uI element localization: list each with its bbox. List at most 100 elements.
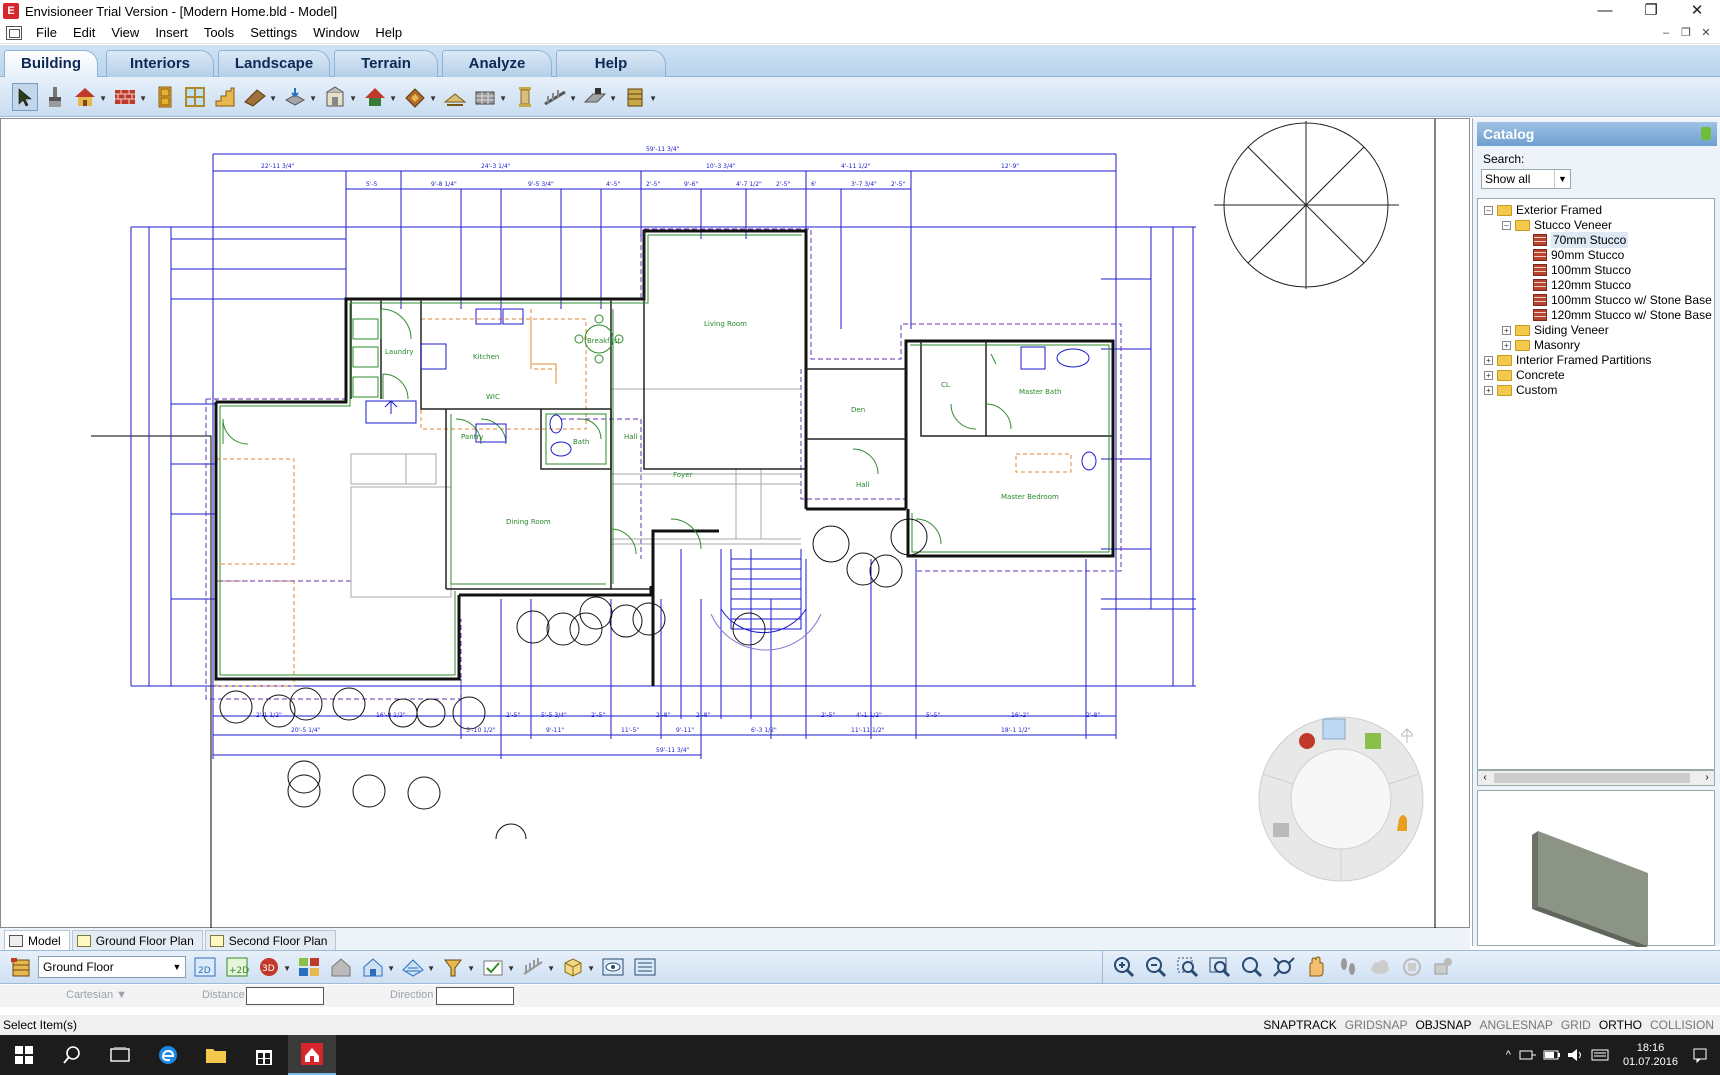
mode-collision[interactable]: COLLISION xyxy=(1646,1015,1718,1035)
tree-item-100mm-stucco[interactable]: 100mm Stucco xyxy=(1533,262,1631,278)
orbit-button[interactable] xyxy=(1399,954,1425,980)
window-tool-button[interactable] xyxy=(182,83,208,111)
restore-button[interactable]: ❐ xyxy=(1628,0,1674,22)
notifications-icon[interactable] xyxy=(1692,1047,1708,1063)
tree-item-concrete[interactable]: + Concrete xyxy=(1484,367,1565,383)
collapse-icon[interactable]: – xyxy=(1502,220,1511,230)
light-view-button[interactable]: ▼ xyxy=(440,954,475,980)
tree-item-stucco-veneer[interactable]: – Stucco Veneer xyxy=(1502,217,1612,233)
catalog-horizontal-scrollbar[interactable]: ‹ › xyxy=(1477,770,1715,786)
view-outline-button[interactable] xyxy=(328,954,354,980)
camera-button[interactable] xyxy=(1431,954,1457,980)
tab-terrain[interactable]: Terrain xyxy=(334,50,438,77)
menu-settings[interactable]: Settings xyxy=(242,25,305,40)
cabinet-tool-button[interactable]: ▼ xyxy=(622,83,657,111)
chevron-down-icon[interactable]: ▼ xyxy=(309,94,317,103)
doc-restore-button[interactable]: ❐ xyxy=(1676,22,1696,44)
railing-tool-button[interactable]: ▼ xyxy=(542,83,577,111)
tab-help[interactable]: Help xyxy=(556,50,666,77)
doc-close-button[interactable]: ✕ xyxy=(1696,22,1716,44)
direction-input[interactable] xyxy=(436,987,514,1005)
navigation-wheel[interactable] xyxy=(1258,716,1424,882)
envisioneer-taskbar-button[interactable] xyxy=(288,1035,336,1075)
chevron-down-icon[interactable]: ▼ xyxy=(427,964,435,973)
fly-button[interactable] xyxy=(1367,954,1393,980)
menu-window[interactable]: Window xyxy=(305,25,367,40)
mode-ortho[interactable]: ORTHO xyxy=(1595,1015,1646,1035)
display-options-button[interactable] xyxy=(600,954,626,980)
floor-select[interactable]: Ground Floor ▼ xyxy=(38,956,186,978)
catalog-tree[interactable]: – Exterior Framed – Stucco Veneer 70mm Stu… xyxy=(1477,198,1715,770)
menu-help[interactable]: Help xyxy=(367,25,410,40)
pan-button[interactable] xyxy=(1303,954,1329,980)
model-drawing-area[interactable]: 59'-11 3/4" 22'-11 3/4" 24'-3 1/4" 10'-3… xyxy=(0,118,1470,929)
task-view-button[interactable] xyxy=(96,1035,144,1075)
mode-grid[interactable]: GRID xyxy=(1557,1015,1595,1035)
roof-view-button[interactable]: ▼ xyxy=(400,954,435,980)
pin-icon[interactable] xyxy=(1701,127,1711,140)
view-tab-second-floor-plan[interactable]: Second Floor Plan xyxy=(204,930,337,950)
house-roof-button[interactable]: ▼ xyxy=(362,83,397,111)
file-explorer-button[interactable] xyxy=(192,1035,240,1075)
zoom-realtime-button[interactable] xyxy=(1239,954,1265,980)
layout-views-button[interactable] xyxy=(296,954,322,980)
landing-tool-button[interactable]: ▼ xyxy=(582,83,617,111)
tab-interiors[interactable]: Interiors xyxy=(106,50,214,77)
doc-minimize-button[interactable]: – xyxy=(1656,22,1676,44)
search-button[interactable] xyxy=(48,1035,96,1075)
house-wizard-button[interactable]: ▼ xyxy=(72,83,107,111)
tab-landscape[interactable]: Landscape xyxy=(218,50,330,77)
clock[interactable]: 18:16 01.07.2016 xyxy=(1623,1041,1678,1069)
floor-tool-button[interactable]: ▼ xyxy=(282,83,317,111)
zoom-in-button[interactable] xyxy=(1111,954,1137,980)
framing-tool-button[interactable]: ▼ xyxy=(472,83,507,111)
zoom-extents-button[interactable] xyxy=(1175,954,1201,980)
chevron-down-icon[interactable]: ▼ xyxy=(269,94,277,103)
wall-tool-button[interactable]: ▼ xyxy=(112,83,147,111)
tree-item-interior-framed[interactable]: + Interior Framed Partitions xyxy=(1484,352,1651,368)
box-view-button[interactable]: ▼ xyxy=(560,954,595,980)
column-tool-button[interactable] xyxy=(512,83,538,111)
view-3d-button[interactable]: 3D ▼ xyxy=(256,954,291,980)
battery-icon[interactable] xyxy=(1543,1048,1561,1062)
zoom-window-button[interactable] xyxy=(1207,954,1233,980)
edge-browser-button[interactable] xyxy=(144,1035,192,1075)
view-grid-icon[interactable] xyxy=(1365,733,1381,749)
tree-item-120mm-stucco-stone[interactable]: 120mm Stucco w/ Stone Base xyxy=(1533,307,1712,323)
scroll-left-icon[interactable]: ‹ xyxy=(1478,771,1492,785)
chevron-down-icon[interactable]: ▼ xyxy=(587,964,595,973)
fence-view-button[interactable]: ▼ xyxy=(520,954,555,980)
document-icon[interactable] xyxy=(6,25,22,40)
view-tab-model[interactable]: Model xyxy=(4,930,70,950)
collapse-icon[interactable]: – xyxy=(1484,205,1493,215)
catalog-filter-select[interactable]: Show all ▼ xyxy=(1481,169,1571,189)
view-2d-plus-button[interactable]: +2D xyxy=(224,954,250,980)
deck-tool-button[interactable] xyxy=(442,83,468,111)
chevron-down-icon[interactable]: ▼ xyxy=(169,957,185,977)
chevron-down-icon[interactable]: ▼ xyxy=(387,964,395,973)
tree-item-120mm-stucco[interactable]: 120mm Stucco xyxy=(1533,277,1631,293)
view-2d-button[interactable]: 2D xyxy=(192,954,218,980)
roof-tool-button[interactable]: ▼ xyxy=(242,83,277,111)
chevron-down-icon[interactable]: ▼ xyxy=(349,94,357,103)
room-tool-button[interactable]: ▼ xyxy=(322,83,357,111)
network-icon[interactable] xyxy=(1519,1048,1537,1062)
tray-chevron-up-icon[interactable]: ^ xyxy=(1506,1049,1511,1061)
menu-tools[interactable]: Tools xyxy=(196,25,242,40)
zoom-out-button[interactable] xyxy=(1143,954,1169,980)
menu-file[interactable]: File xyxy=(28,25,65,40)
tree-item-masonry[interactable]: + Masonry xyxy=(1502,337,1580,353)
expand-icon[interactable]: + xyxy=(1484,385,1493,395)
floor-manager-button[interactable] xyxy=(8,954,34,980)
chevron-down-icon[interactable]: ▼ xyxy=(99,94,107,103)
view-tab-ground-floor-plan[interactable]: Ground Floor Plan xyxy=(71,930,203,950)
start-button[interactable] xyxy=(0,1035,48,1075)
speaker-icon[interactable] xyxy=(1567,1048,1585,1062)
stairs-tool-button[interactable] xyxy=(212,83,238,111)
chevron-down-icon[interactable]: ▼ xyxy=(507,964,515,973)
chevron-down-icon[interactable]: ▼ xyxy=(569,94,577,103)
scroll-right-icon[interactable]: › xyxy=(1700,771,1714,785)
coordinate-mode-select[interactable]: Cartesian ▼ xyxy=(66,989,127,1001)
tree-item-siding-veneer[interactable]: + Siding Veneer xyxy=(1502,322,1609,338)
mode-anglesnap[interactable]: ANGLESNAP xyxy=(1475,1015,1556,1035)
